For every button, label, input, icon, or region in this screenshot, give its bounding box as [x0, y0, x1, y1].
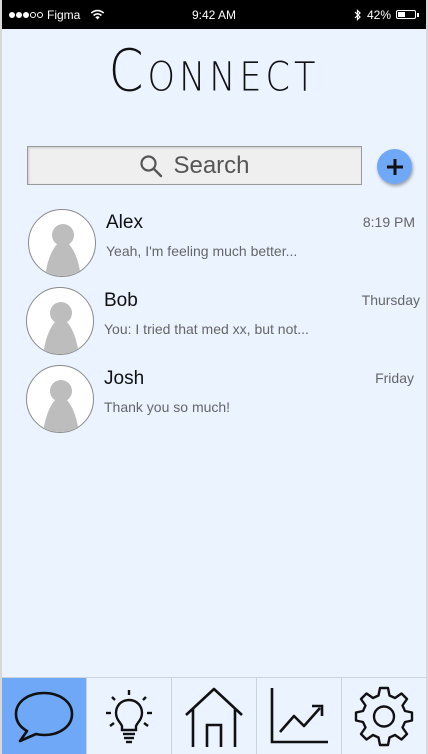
conversation-time: Thursday: [361, 292, 420, 308]
app-title: Connect: [108, 37, 320, 105]
home-icon: [185, 687, 243, 747]
avatar: [26, 365, 94, 433]
phone-screen: Figma 9:42 AM 42% Connect Search Alex Ye…: [0, 0, 428, 754]
conversation-item-josh[interactable]: Josh Thank you so much! Friday: [2, 364, 426, 440]
battery-icon: [396, 10, 419, 19]
person-placeholder-icon: [43, 302, 79, 354]
status-right: 42%: [354, 0, 419, 29]
conversation-name: Bob: [104, 290, 138, 311]
bluetooth-icon: [354, 8, 362, 21]
tab-progress[interactable]: [257, 678, 342, 754]
plus-icon: [385, 157, 405, 177]
status-bar: Figma 9:42 AM 42%: [2, 0, 426, 29]
bottom-tab-bar: [2, 677, 426, 754]
lightbulb-icon: [106, 690, 152, 744]
conversation-preview: You: I tried that med xx, but not...: [104, 321, 309, 337]
conversation-preview: Thank you so much!: [104, 399, 231, 415]
conversation-item-bob[interactable]: Bob You: I tried that med xx, but not...…: [2, 286, 426, 362]
tab-messages[interactable]: [2, 678, 87, 754]
gear-icon: [354, 686, 414, 747]
chat-bubble-icon: [14, 691, 74, 743]
tab-home[interactable]: [172, 678, 257, 754]
avatar: [28, 209, 96, 277]
add-conversation-button[interactable]: [377, 149, 412, 184]
search-input[interactable]: Search: [27, 146, 362, 185]
conversation-time: Friday: [375, 370, 414, 386]
search-icon: [139, 154, 163, 178]
conversation-preview: Yeah, I'm feeling much better...: [106, 243, 298, 259]
tab-settings[interactable]: [342, 678, 426, 754]
search-placeholder: Search: [173, 151, 250, 179]
battery-percent: 42%: [366, 7, 391, 22]
person-placeholder-icon: [43, 380, 79, 432]
chart-trend-icon: [270, 688, 328, 744]
conversation-name: Alex: [106, 212, 143, 233]
person-placeholder-icon: [45, 224, 81, 276]
conversation-name: Josh: [104, 368, 145, 389]
conversation-time: 8:19 PM: [362, 214, 415, 230]
conversation-item-alex[interactable]: Alex Yeah, I'm feeling much better... 8:…: [2, 207, 426, 283]
tab-ideas[interactable]: [87, 678, 172, 754]
avatar: [26, 287, 94, 355]
